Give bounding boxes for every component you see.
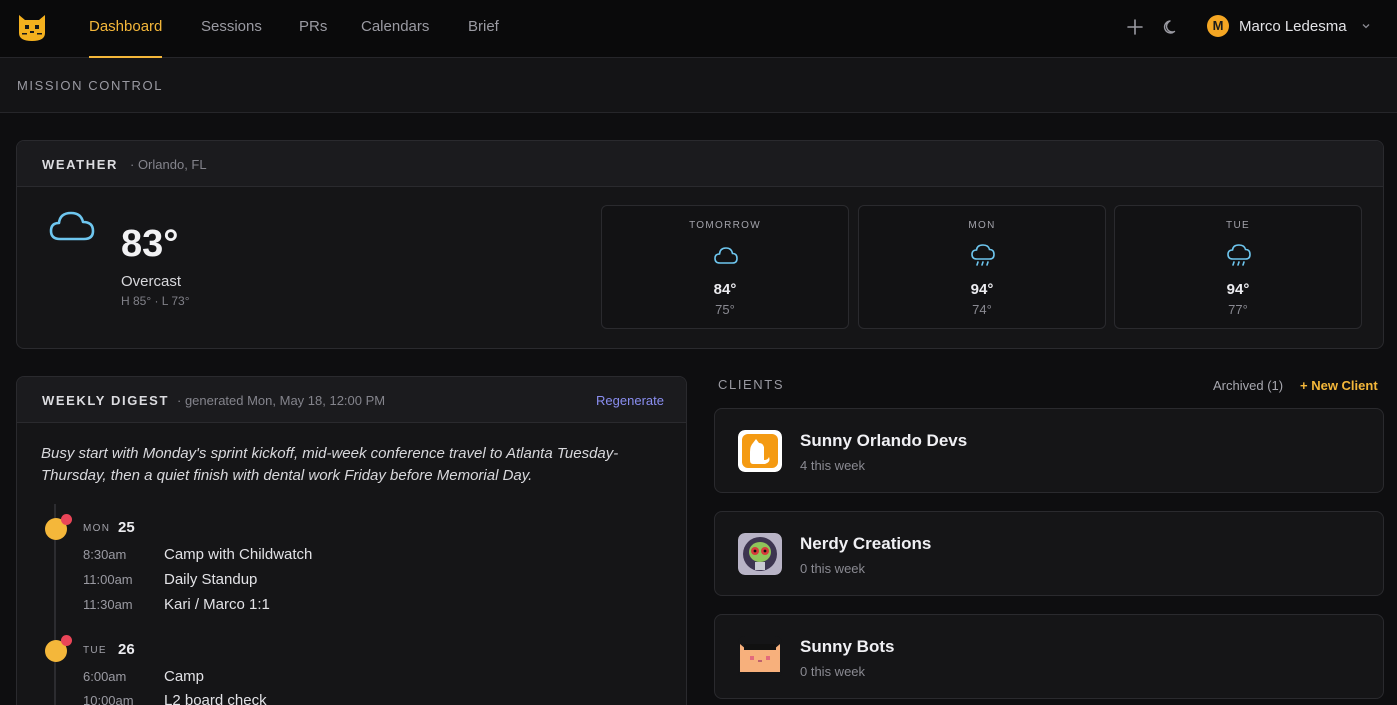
cloud-rain-icon	[971, 244, 995, 266]
client-weekly-count: 0 this week	[800, 664, 866, 679]
current-hi-lo: H 85° · L 73°	[121, 294, 190, 308]
forecast-day: MON	[968, 220, 996, 231]
forecast-day: TOMORROW	[689, 220, 761, 231]
forecast-day: TUE	[1226, 220, 1250, 231]
event-title[interactable]: Camp	[164, 668, 204, 685]
forecast-tile: TOMORROW 84° 75°	[601, 205, 849, 329]
page-header: MISSION CONTROL	[0, 58, 1397, 113]
client-name: Sunny Bots	[800, 637, 895, 656]
forecast-low: 77°	[1228, 302, 1248, 317]
chevron-down-icon[interactable]	[1361, 21, 1371, 31]
event-time: 6:00am	[83, 669, 127, 684]
client-weekly-count: 4 this week	[800, 458, 866, 473]
event-title[interactable]: Kari / Marco 1:1	[164, 596, 270, 613]
client-card-sunny-orlando-devs[interactable]: Sunny Orlando Devs 4 this week	[714, 408, 1384, 493]
cloud-icon	[49, 211, 95, 241]
forecast-tile: TUE 94° 77°	[1114, 205, 1362, 329]
event-title[interactable]: Daily Standup	[164, 571, 257, 588]
alien-robot-logo-icon	[738, 533, 782, 575]
day-of-week: MON	[83, 523, 111, 534]
digest-summary: Busy start with Monday's sprint kickoff,…	[41, 445, 619, 484]
page-title: MISSION CONTROL	[17, 78, 164, 93]
tab-prs[interactable]: PRs	[299, 0, 327, 58]
cloud-icon	[714, 247, 738, 264]
regenerate-button[interactable]: Regenerate	[596, 393, 664, 408]
client-weekly-count: 0 this week	[800, 561, 866, 576]
archived-clients-link[interactable]: Archived (1)	[1213, 378, 1283, 393]
tab-sessions[interactable]: Sessions	[201, 0, 262, 58]
digest-card-header: WEEKLY DIGEST · generated Mon, May 18, 1…	[17, 377, 686, 423]
current-condition: Overcast	[121, 273, 182, 290]
tab-brief[interactable]: Brief	[468, 0, 499, 58]
pixel-cat-logo-icon	[738, 636, 782, 678]
user-name[interactable]: Marco Ledesma	[1239, 18, 1347, 35]
client-name: Nerdy Creations	[800, 534, 932, 553]
tab-calendars[interactable]: Calendars	[361, 0, 429, 58]
forecast-high: 94°	[1226, 281, 1250, 298]
event-time: 8:30am	[83, 547, 127, 562]
event-time: 10:00am	[83, 693, 134, 705]
digest-generated-time: · generated Mon, May 18, 12:00 PM	[177, 393, 386, 408]
weather-card: WEATHER · Orlando, FL 83° Overcast H 85°…	[16, 140, 1384, 349]
event-time: 11:00am	[83, 572, 133, 587]
event-time: 11:30am	[83, 597, 133, 612]
client-card-nerdy-creations[interactable]: Nerdy Creations 0 this week	[714, 511, 1384, 596]
weather-title: WEATHER	[42, 157, 118, 172]
client-card-sunny-bots[interactable]: Sunny Bots 0 this week	[714, 614, 1384, 699]
day-number: 25	[118, 519, 135, 536]
cloud-rain-icon	[1227, 244, 1251, 266]
forecast-low: 75°	[715, 302, 735, 317]
tab-dashboard[interactable]: Dashboard	[89, 0, 163, 58]
day-of-week: TUE	[83, 645, 107, 656]
weekly-digest-card: WEEKLY DIGEST · generated Mon, May 18, 1…	[16, 376, 687, 705]
event-title[interactable]: Camp with Childwatch	[164, 546, 312, 563]
cat-logo-icon[interactable]	[16, 11, 48, 43]
top-nav: Dashboard Sessions PRs Calendars Brief M…	[0, 0, 1397, 58]
avatar[interactable]: M	[1207, 15, 1229, 37]
weather-card-header: WEATHER · Orlando, FL	[17, 141, 1383, 187]
clients-title: CLIENTS	[718, 377, 785, 392]
digest-title: WEEKLY DIGEST	[42, 393, 169, 408]
forecast-high: 94°	[970, 281, 994, 298]
forecast-tile: MON 94° 74°	[858, 205, 1106, 329]
new-client-button[interactable]: + New Client	[1300, 378, 1378, 393]
forecast-low: 74°	[972, 302, 992, 317]
current-temperature: 83°	[121, 223, 179, 265]
cat-logo-icon	[738, 430, 782, 472]
weather-location: · Orlando, FL	[130, 157, 207, 172]
moon-icon[interactable]	[1161, 17, 1181, 37]
day-number: 26	[118, 641, 135, 658]
event-title[interactable]: L2 board check	[164, 692, 267, 705]
forecast-high: 84°	[713, 281, 737, 298]
client-name: Sunny Orlando Devs	[800, 431, 968, 450]
day-badge	[61, 635, 72, 646]
plus-icon[interactable]	[1125, 17, 1145, 37]
day-badge	[61, 514, 72, 525]
